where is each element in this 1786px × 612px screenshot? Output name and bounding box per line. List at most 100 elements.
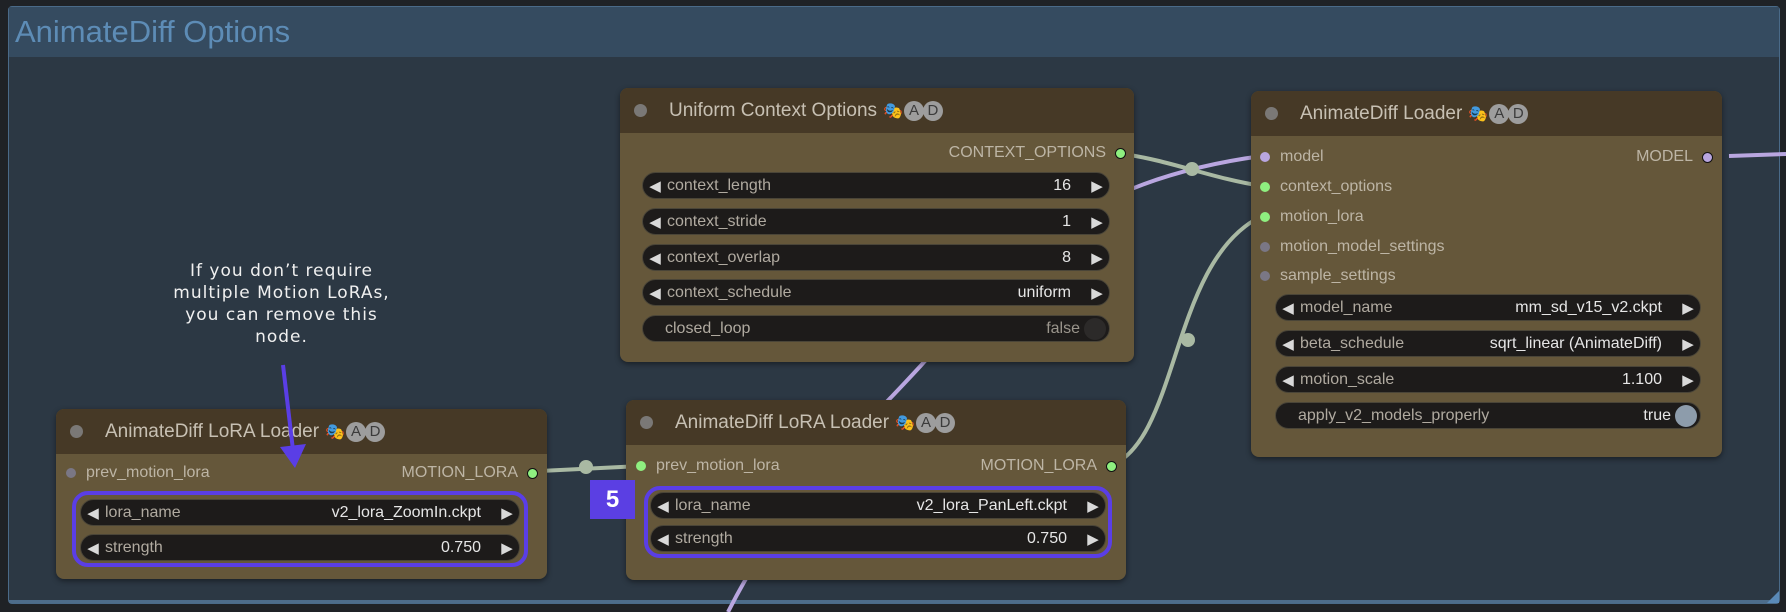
increment-arrow-icon[interactable]: ▶	[1081, 497, 1105, 515]
input-motion-lora[interactable]: motion_lora	[1260, 208, 1364, 226]
decrement-arrow-icon[interactable]: ◀	[643, 284, 667, 302]
widget-value[interactable]: sqrt_linear (AnimateDiff)	[1490, 335, 1662, 353]
increment-arrow-icon[interactable]: ▶	[1085, 213, 1109, 231]
decrement-arrow-icon[interactable]: ◀	[1276, 371, 1300, 389]
input-slot-icon[interactable]	[1260, 182, 1270, 192]
theater-masks-icon: 🎭	[325, 423, 345, 441]
increment-arrow-icon[interactable]: ▶	[495, 539, 519, 557]
node-header[interactable]: AnimateDiff LoRA Loader 🎭 A D	[626, 400, 1126, 445]
decrement-arrow-icon[interactable]: ◀	[1276, 299, 1300, 317]
widget-value[interactable]: uniform	[1018, 284, 1071, 302]
widget-context-schedule[interactable]: ◀ context_schedule uniform ▶	[642, 279, 1110, 306]
increment-arrow-icon[interactable]: ▶	[1085, 177, 1109, 195]
node-animatediff-loader[interactable]: AnimateDiff Loader 🎭 A D model context_o…	[1251, 91, 1722, 457]
widget-value[interactable]: 1.100	[1622, 371, 1662, 389]
node-header[interactable]: Uniform Context Options 🎭 A D	[620, 88, 1134, 133]
widget-value[interactable]: v2_lora_ZoomIn.ckpt	[332, 504, 481, 522]
widget-model-name[interactable]: ◀ model_name mm_sd_v15_v2.ckpt ▶	[1275, 294, 1701, 321]
decrement-arrow-icon[interactable]: ◀	[651, 530, 675, 548]
output-model[interactable]: MODEL	[1636, 148, 1713, 166]
theater-masks-icon: 🎭	[883, 102, 903, 120]
increment-arrow-icon[interactable]: ▶	[1081, 530, 1105, 548]
widget-lora-name[interactable]: ◀ lora_name v2_lora_PanLeft.ckpt ▶	[650, 492, 1106, 519]
decrement-arrow-icon[interactable]: ◀	[643, 213, 667, 231]
toggle-on-knob-icon[interactable]	[1675, 404, 1697, 427]
toggle-apply-v2-models-properly[interactable]: apply_v2_models_properly true	[1275, 402, 1701, 429]
increment-arrow-icon[interactable]: ▶	[1676, 335, 1700, 353]
output-label: MODEL	[1636, 148, 1693, 165]
node-uniform-context-options[interactable]: Uniform Context Options 🎭 A D CONTEXT_OP…	[620, 88, 1134, 362]
node-title: Uniform Context Options	[669, 99, 878, 121]
increment-arrow-icon[interactable]: ▶	[1085, 284, 1109, 302]
increment-arrow-icon[interactable]: ▶	[1676, 299, 1700, 317]
widget-value[interactable]: mm_sd_v15_v2.ckpt	[1515, 299, 1662, 317]
collapse-dot-icon[interactable]	[1265, 107, 1278, 120]
toggle-closed-loop[interactable]: closed_loop false	[642, 315, 1110, 342]
widget-value[interactable]: v2_lora_PanLeft.ckpt	[917, 497, 1067, 515]
collapse-dot-icon[interactable]	[70, 425, 83, 438]
collapse-dot-icon[interactable]	[634, 104, 647, 117]
input-model[interactable]: model	[1260, 148, 1324, 166]
widget-label: context_schedule	[667, 283, 792, 301]
widget-value[interactable]: 0.750	[1027, 530, 1067, 548]
input-slot-icon[interactable]	[66, 468, 76, 478]
widget-strength[interactable]: ◀ strength 0.750 ▶	[80, 534, 520, 561]
node-header[interactable]: AnimateDiff LoRA Loader 🎭 A D	[56, 409, 547, 454]
node-header[interactable]: AnimateDiff Loader 🎭 A D	[1251, 91, 1722, 136]
input-motion-model-settings[interactable]: motion_model_settings	[1260, 238, 1445, 256]
node-lora-loader-2[interactable]: AnimateDiff LoRA Loader 🎭 A D prev_motio…	[626, 400, 1126, 580]
widget-context-length[interactable]: ◀ context_length 16 ▶	[642, 172, 1110, 199]
output-context-options[interactable]: CONTEXT_OPTIONS	[949, 144, 1126, 162]
input-sample-settings[interactable]: sample_settings	[1260, 267, 1396, 285]
widget-strength[interactable]: ◀ strength 0.750 ▶	[650, 525, 1106, 552]
input-slot-icon[interactable]	[1260, 212, 1270, 222]
input-slot-icon[interactable]	[1260, 152, 1270, 162]
widget-value[interactable]: 1	[1062, 213, 1071, 231]
widget-label: context_overlap	[667, 248, 780, 266]
input-slot-icon[interactable]	[1260, 271, 1270, 281]
input-slot-icon[interactable]	[1260, 242, 1270, 252]
output-slot-icon[interactable]	[1106, 460, 1117, 472]
annotation-note: If you don’t require multiple Motion LoR…	[173, 261, 390, 347]
increment-arrow-icon[interactable]: ▶	[1676, 371, 1700, 389]
output-motion-lora[interactable]: MOTION_LORA	[402, 464, 538, 482]
group-resize-handle[interactable]	[1767, 591, 1779, 603]
decrement-arrow-icon[interactable]: ◀	[81, 539, 105, 557]
input-prev-motion-lora[interactable]: prev_motion_lora	[636, 457, 780, 475]
badge-d-icon: D	[934, 412, 955, 433]
group-title[interactable]: AnimateDiff Options	[9, 7, 1779, 57]
widget-context-overlap[interactable]: ◀ context_overlap 8 ▶	[642, 244, 1110, 271]
decrement-arrow-icon[interactable]: ◀	[643, 249, 667, 267]
widget-beta-schedule[interactable]: ◀ beta_schedule sqrt_linear (AnimateDiff…	[1275, 330, 1701, 357]
decrement-arrow-icon[interactable]: ◀	[651, 497, 675, 515]
decrement-arrow-icon[interactable]: ◀	[1276, 335, 1300, 353]
node-title: AnimateDiff LoRA Loader	[675, 411, 890, 433]
widget-value[interactable]: 0.750	[441, 539, 481, 557]
widget-motion-scale[interactable]: ◀ motion_scale 1.100 ▶	[1275, 366, 1701, 393]
toggle-label: closed_loop	[665, 319, 751, 337]
widget-value[interactable]: 16	[1053, 177, 1071, 195]
node-lora-loader-1[interactable]: AnimateDiff LoRA Loader 🎭 A D prev_motio…	[56, 409, 547, 579]
input-prev-motion-lora[interactable]: prev_motion_lora	[66, 464, 210, 482]
toggle-off-knob-icon[interactable]	[1084, 317, 1106, 340]
badge-a-icon: A	[1489, 103, 1510, 124]
input-label: context_options	[1280, 178, 1393, 195]
increment-arrow-icon[interactable]: ▶	[1085, 249, 1109, 267]
output-slot-icon[interactable]	[1702, 151, 1713, 163]
collapse-dot-icon[interactable]	[640, 416, 653, 429]
input-label: motion_lora	[1280, 208, 1364, 225]
input-context-options[interactable]: context_options	[1260, 178, 1392, 196]
toggle-label: apply_v2_models_properly	[1298, 406, 1490, 424]
widget-label: model_name	[1300, 298, 1393, 316]
widget-value[interactable]: 8	[1062, 249, 1071, 267]
output-motion-lora[interactable]: MOTION_LORA	[981, 457, 1117, 475]
output-slot-icon[interactable]	[1115, 147, 1126, 159]
group-bottom-border	[9, 600, 1779, 603]
decrement-arrow-icon[interactable]: ◀	[643, 177, 667, 195]
output-slot-icon[interactable]	[527, 467, 538, 479]
input-slot-icon[interactable]	[636, 461, 646, 471]
widget-lora-name[interactable]: ◀ lora_name v2_lora_ZoomIn.ckpt ▶	[80, 499, 520, 526]
widget-context-stride[interactable]: ◀ context_stride 1 ▶	[642, 208, 1110, 235]
decrement-arrow-icon[interactable]: ◀	[81, 504, 105, 522]
increment-arrow-icon[interactable]: ▶	[495, 504, 519, 522]
